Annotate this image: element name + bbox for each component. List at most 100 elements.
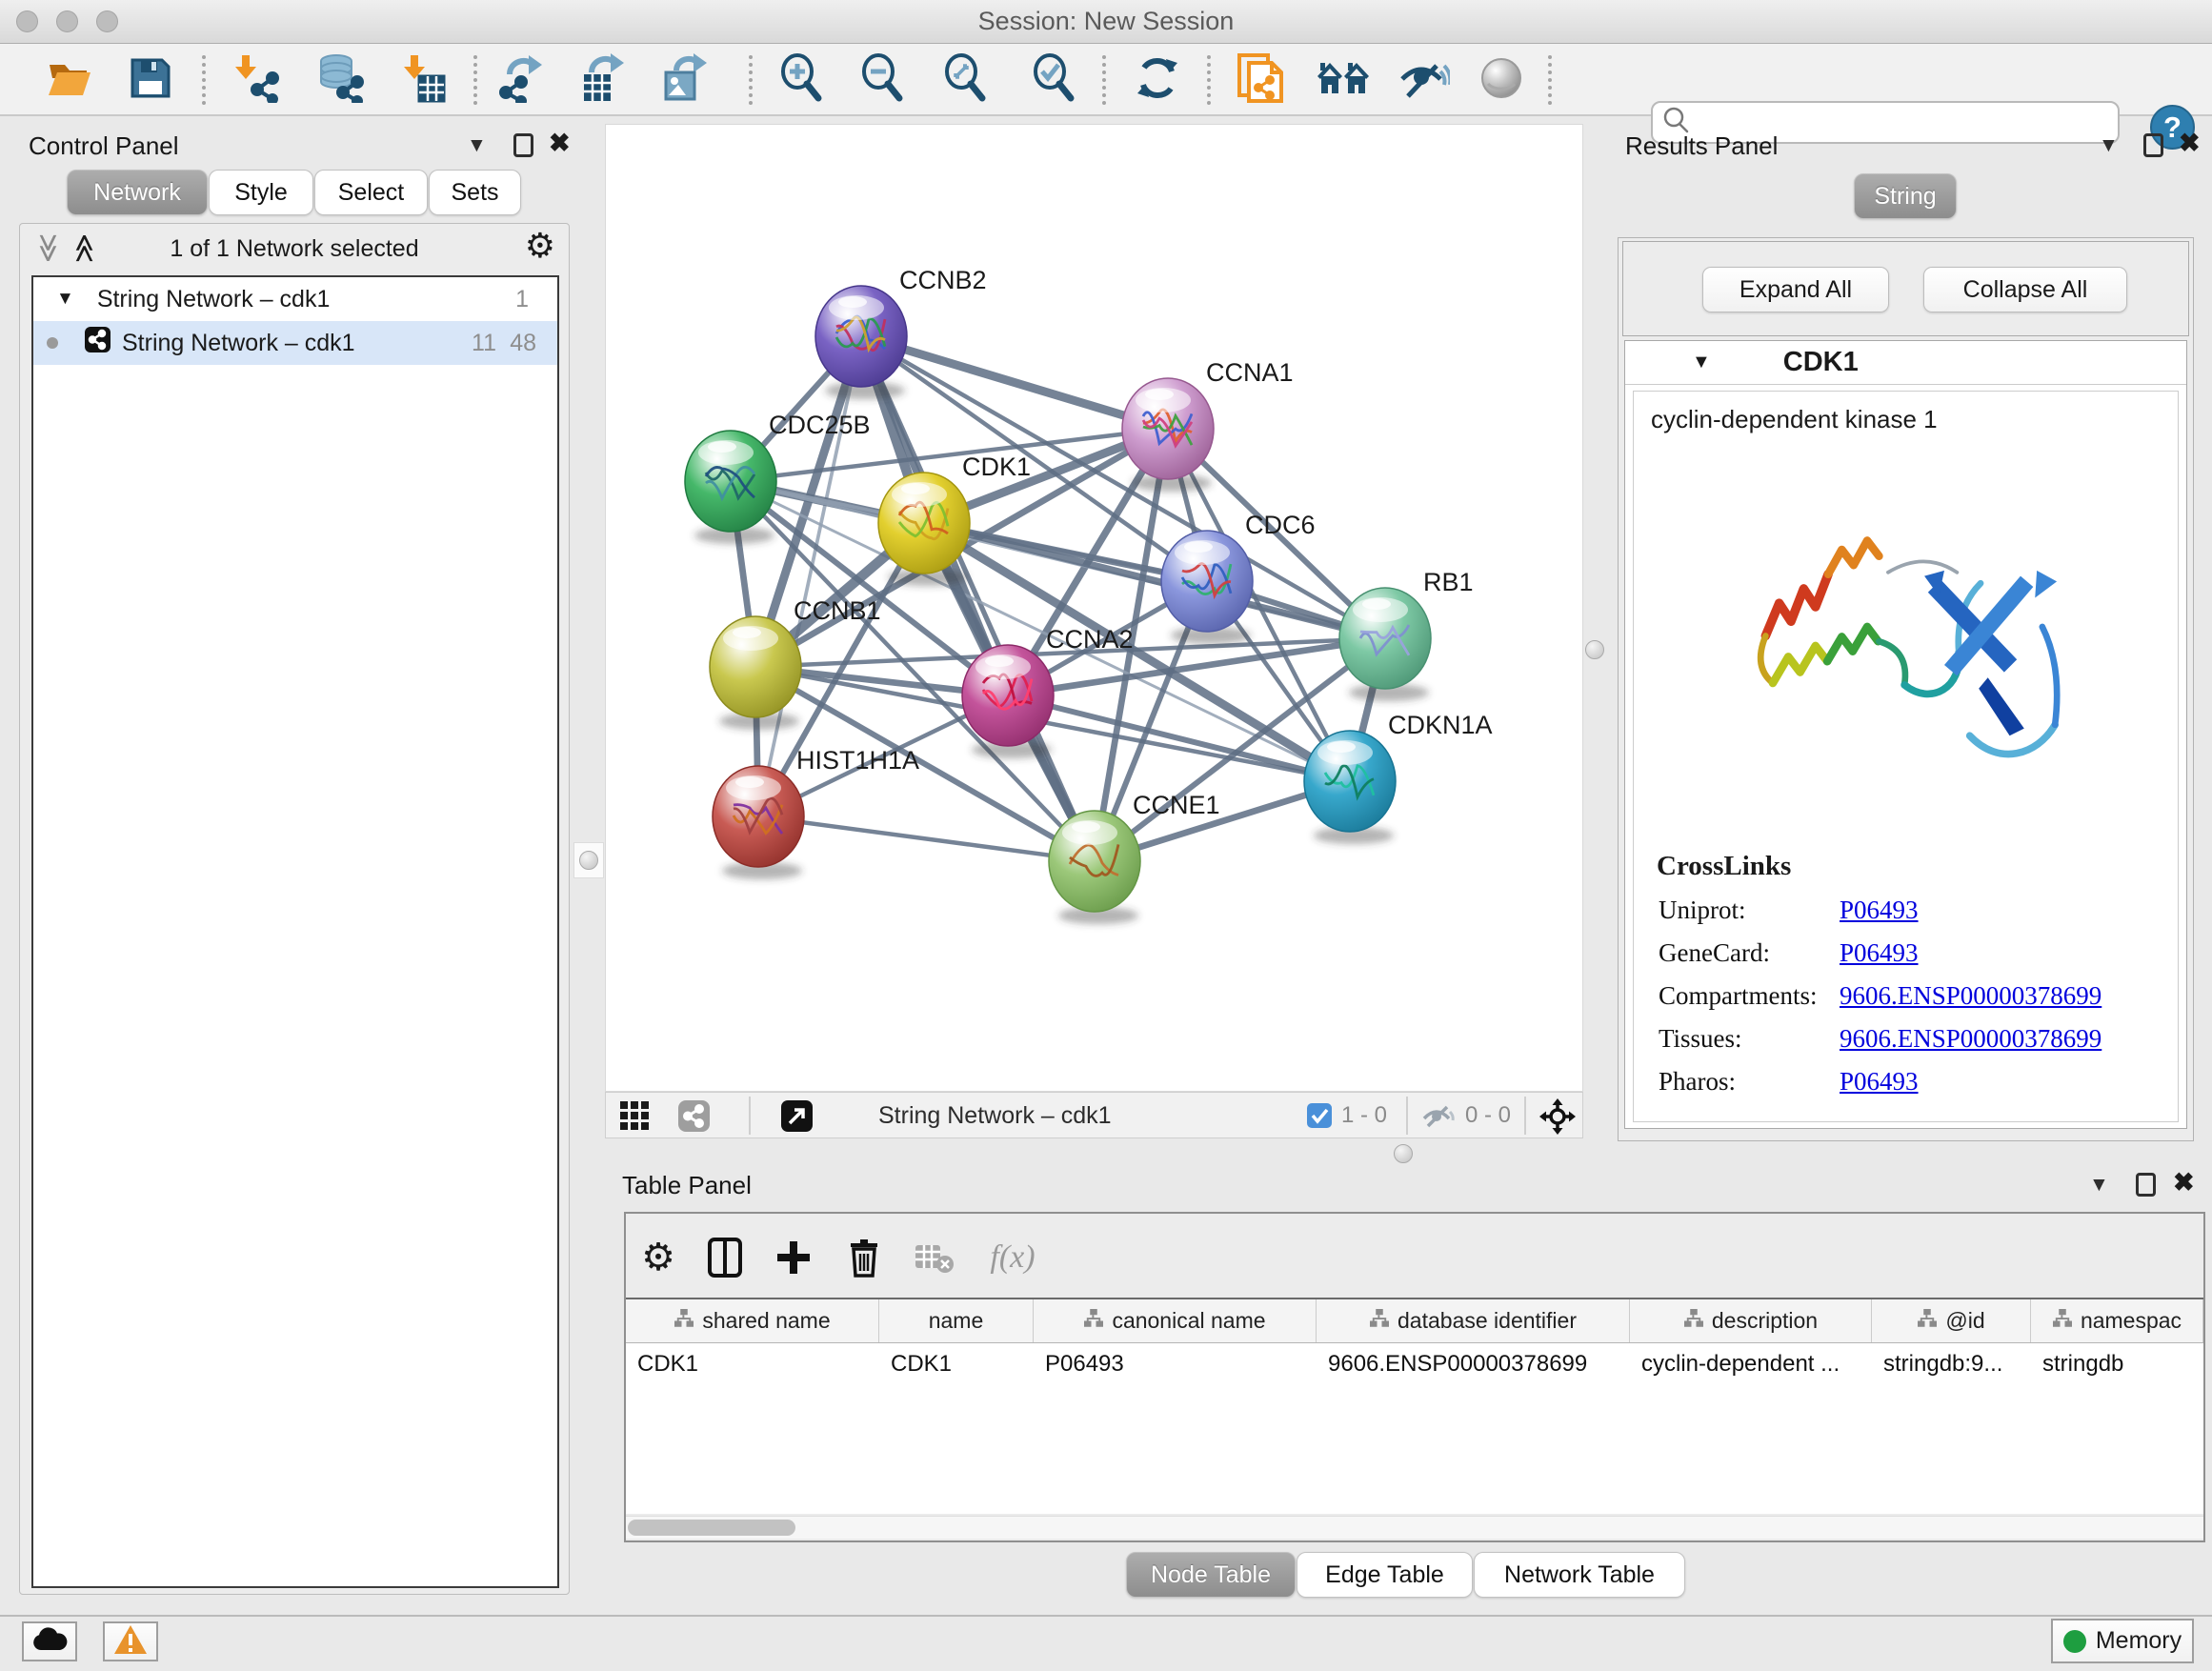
table-cell[interactable]: cyclin-dependent ... xyxy=(1630,1351,1872,1378)
table-settings-gear-icon[interactable]: ⚙ xyxy=(635,1235,681,1280)
export-table-button[interactable] xyxy=(575,53,629,107)
network-canvas[interactable]: CCNB2CCNA1CDC25BCDK1CDC6RB1CCNB1CCNA2CDK… xyxy=(605,124,1583,1092)
tab-network[interactable]: Network xyxy=(67,170,208,215)
hidden-count: 0 - 0 xyxy=(1465,1102,1511,1129)
tab-string[interactable]: String xyxy=(1854,173,1957,219)
network-edge-CCNB2-HIST1H1A[interactable] xyxy=(758,336,861,816)
column-header-name[interactable]: name xyxy=(879,1299,1034,1342)
tab-edge-table[interactable]: Edge Table xyxy=(1297,1552,1473,1598)
column-header-description[interactable]: description xyxy=(1630,1299,1872,1342)
import-network-button[interactable] xyxy=(230,53,283,107)
table-cell[interactable]: CDK1 xyxy=(626,1351,879,1378)
cloud-status-button[interactable] xyxy=(22,1621,77,1661)
add-column-plus-icon[interactable] xyxy=(771,1235,816,1280)
control-panel-close-icon[interactable]: ✖ xyxy=(549,130,571,156)
network-node-CCNB1[interactable] xyxy=(710,616,801,730)
memory-label: Memory xyxy=(2096,1627,2182,1655)
export-image-button[interactable] xyxy=(658,53,712,107)
column-header-canonical-name[interactable]: canonical name xyxy=(1034,1299,1317,1342)
zoom-in-button[interactable] xyxy=(775,53,829,107)
results-panel-close-icon[interactable]: ✖ xyxy=(2179,130,2201,156)
collapse-all-button[interactable]: Collapse All xyxy=(1923,267,2127,312)
cloud-icon xyxy=(31,1627,68,1657)
node-result-header[interactable]: ▼ CDK1 xyxy=(1625,341,2186,385)
shared-column-icon xyxy=(2052,1308,2073,1334)
section-collapse-caret[interactable]: ▼ xyxy=(1692,352,1711,373)
network-node-RB1[interactable] xyxy=(1339,588,1431,701)
string-view-icon[interactable] xyxy=(678,1100,710,1137)
delete-column-trash-icon[interactable] xyxy=(841,1235,887,1280)
results-panel-menu-caret[interactable]: ▼ xyxy=(2099,131,2119,160)
save-session-button[interactable] xyxy=(124,53,177,107)
selected-checkbox-icon[interactable] xyxy=(1307,1103,1332,1133)
import-table-button[interactable] xyxy=(398,53,452,107)
zoom-out-button[interactable] xyxy=(856,53,910,107)
network-collection-row[interactable]: ▼ String Network – cdk1 1 xyxy=(33,277,557,321)
table-cell[interactable]: stringdb:9... xyxy=(1872,1351,2031,1378)
zoom-selected-button[interactable] xyxy=(1028,53,1081,107)
warning-status-button[interactable] xyxy=(103,1621,158,1661)
tab-style[interactable]: Style xyxy=(209,170,313,215)
import-network-database-button[interactable] xyxy=(313,53,367,107)
tab-select[interactable]: Select xyxy=(314,170,428,215)
network-node-CDC25B[interactable] xyxy=(685,431,776,544)
birdseye-grid-icon[interactable] xyxy=(620,1101,650,1136)
string-home-button[interactable] xyxy=(1317,53,1370,107)
column-header-shared-name[interactable]: shared name xyxy=(626,1299,879,1342)
apply-layout-button[interactable] xyxy=(1131,53,1184,107)
tab-sets[interactable]: Sets xyxy=(429,170,521,215)
control-panel-menu-caret[interactable]: ▼ xyxy=(467,131,487,160)
node-result-content: cyclin-dependent kinase 1 xyxy=(1633,391,2179,1122)
zoom-fit-button[interactable] xyxy=(939,53,993,107)
network-edge-HIST1H1A-CCNE1[interactable] xyxy=(758,816,1095,861)
tab-network-table[interactable]: Network Table xyxy=(1474,1552,1685,1598)
crosslink-link[interactable]: 9606.ENSP00000378699 xyxy=(1840,981,2101,1011)
network-node-HIST1H1A[interactable] xyxy=(713,766,804,879)
network-node-CDKN1A[interactable] xyxy=(1304,731,1396,844)
crosslink-link[interactable]: P06493 xyxy=(1840,1067,1919,1097)
network-from-selection-button[interactable] xyxy=(1234,53,1287,107)
string-results-body: Expand All Collapse All ▼ CDK1 cyclin-de… xyxy=(1618,237,2194,1141)
hide-selection-button[interactable] xyxy=(1398,53,1451,107)
expand-all-button[interactable]: Expand All xyxy=(1702,267,1889,312)
scrollbar-thumb[interactable] xyxy=(628,1520,795,1536)
network-edge-CCNB2-CCNA1[interactable] xyxy=(861,336,1168,429)
bottom-splitter-handle[interactable] xyxy=(1394,1144,1413,1163)
memory-status-button[interactable]: Memory xyxy=(2051,1619,2194,1663)
open-session-button[interactable] xyxy=(43,53,96,107)
left-splitter-handle[interactable] xyxy=(573,842,604,878)
control-panel-float-icon[interactable] xyxy=(513,133,533,157)
table-cell[interactable]: 9606.ENSP00000378699 xyxy=(1317,1351,1630,1378)
column-header-namespac[interactable]: namespac xyxy=(2031,1299,2203,1342)
network-node-CCNA1[interactable] xyxy=(1122,378,1214,492)
table-panel-close-icon[interactable]: ✖ xyxy=(2173,1169,2195,1196)
table-cell[interactable]: CDK1 xyxy=(879,1351,1034,1378)
table-cell[interactable]: P06493 xyxy=(1034,1351,1317,1378)
network-row-selected[interactable]: String Network – cdk1 11 48 xyxy=(33,321,557,365)
show-preview-button[interactable] xyxy=(1475,53,1528,107)
tab-node-table[interactable]: Node Table xyxy=(1126,1552,1296,1598)
crosslink-link[interactable]: P06493 xyxy=(1840,938,1919,968)
table-panel-float-icon[interactable] xyxy=(2136,1173,2156,1197)
pan-move-icon[interactable] xyxy=(1539,1098,1576,1139)
network-node-CCNE1[interactable] xyxy=(1049,811,1140,924)
table-header-row[interactable]: shared namenamecanonical namedatabase id… xyxy=(626,1298,2203,1343)
export-network-button[interactable] xyxy=(495,53,549,107)
right-splitter-handle[interactable] xyxy=(1585,640,1604,659)
crosslink-link[interactable]: P06493 xyxy=(1840,896,1919,925)
open-in-window-icon[interactable] xyxy=(781,1100,813,1137)
network-node-CCNB2[interactable] xyxy=(815,286,907,399)
network-edge-CDK1-RB1[interactable] xyxy=(924,523,1385,638)
table-panel-menu-caret[interactable]: ▼ xyxy=(2089,1171,2109,1199)
column-header-database-identifier[interactable]: database identifier xyxy=(1317,1299,1630,1342)
results-panel-float-icon[interactable] xyxy=(2143,133,2163,157)
show-columns-icon[interactable] xyxy=(702,1235,748,1280)
column-header--id[interactable]: @id xyxy=(1872,1299,2031,1342)
table-row[interactable]: CDK1CDK1P064939606.ENSP00000378699cyclin… xyxy=(626,1343,2203,1385)
table-cell[interactable]: stringdb xyxy=(2031,1351,2203,1378)
horizontal-scrollbar[interactable] xyxy=(626,1516,2203,1539)
crosslink-link[interactable]: 9606.ENSP00000378699 xyxy=(1840,1024,2101,1054)
node-description: cyclin-dependent kinase 1 xyxy=(1651,405,2178,434)
network-options-gear-icon[interactable]: ⚙ xyxy=(525,226,555,266)
collection-expand-caret[interactable]: ▼ xyxy=(56,289,74,310)
